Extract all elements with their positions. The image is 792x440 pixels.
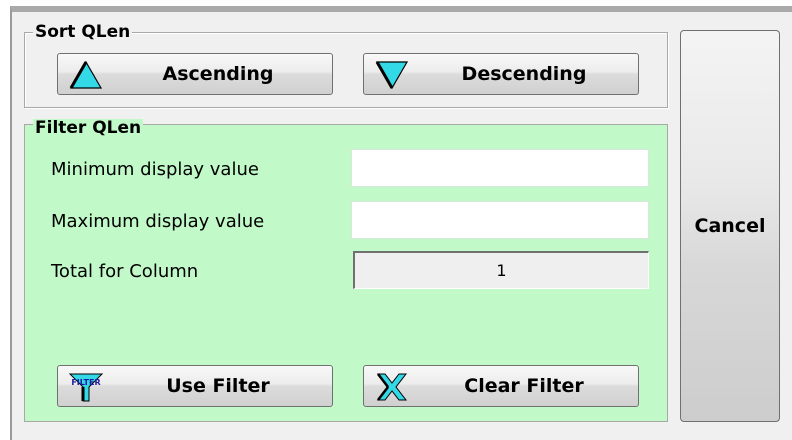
descending-arrow-icon [375, 61, 409, 90]
clear-filter-label: Clear Filter [464, 375, 584, 397]
total-for-column-label: Total for Column [51, 261, 199, 282]
minimum-value-input[interactable] [351, 149, 649, 187]
total-for-column-value: 1 [353, 251, 649, 289]
sort-group-title: Sort QLen [33, 22, 133, 42]
sort-group: Sort QLen Ascending Descending [24, 23, 668, 108]
use-filter-label: Use Filter [166, 375, 270, 397]
use-filter-button[interactable]: FILTER Use Filter [57, 365, 333, 407]
descending-label: Descending [461, 63, 587, 85]
maximum-value-label: Maximum display value [51, 211, 265, 232]
filter-icon-text: FILTER [71, 378, 100, 387]
sort-descending-button[interactable]: Descending [363, 53, 639, 95]
filter-group: Filter QLen Minimum display value Maximu… [24, 119, 668, 422]
cancel-button[interactable]: Cancel [680, 30, 780, 422]
ascending-label: Ascending [162, 63, 274, 85]
cancel-label: Cancel [694, 215, 766, 237]
minimum-value-label: Minimum display value [51, 159, 259, 180]
clear-filter-button[interactable]: Clear Filter [363, 365, 639, 407]
sort-ascending-button[interactable]: Ascending [57, 53, 333, 95]
ascending-arrow-icon [69, 60, 103, 89]
filter-funnel-icon: FILTER [68, 373, 104, 402]
filter-group-title: Filter QLen [33, 118, 144, 138]
clear-x-icon [376, 373, 408, 401]
maximum-value-input[interactable] [351, 201, 649, 239]
